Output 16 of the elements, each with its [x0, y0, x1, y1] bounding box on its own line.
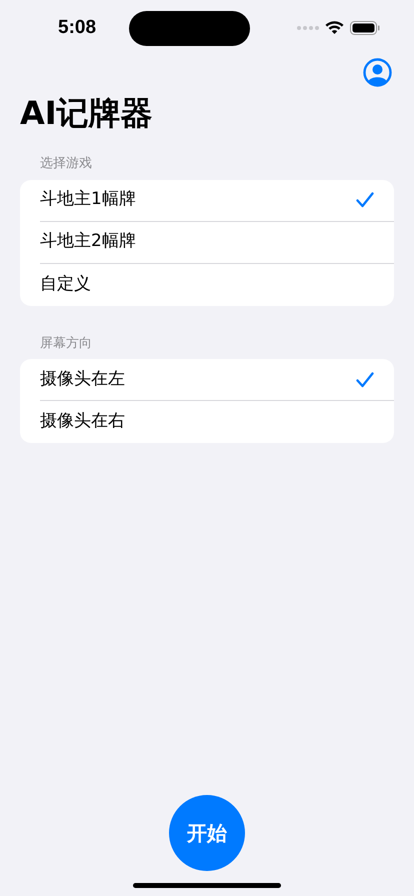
section-header: 选择游戏: [39, 155, 93, 173]
option-row[interactable]: 斗地主1幅牌: [40, 180, 394, 222]
option-row[interactable]: 摄像头在左: [40, 359, 394, 401]
checkmark-icon: [356, 192, 374, 208]
option-row[interactable]: 摄像头在右: [40, 401, 394, 443]
option-row[interactable]: 斗地主2幅牌: [40, 222, 394, 264]
checkmark-icon: [356, 372, 374, 388]
start-button[interactable]: 开始: [169, 795, 245, 871]
battery-icon: [350, 21, 380, 35]
wifi-icon: [325, 21, 344, 35]
section-header: 屏幕方向: [39, 334, 93, 352]
signal-dots-icon: [297, 26, 319, 30]
status-time: 5:08: [58, 16, 96, 40]
option-row[interactable]: 自定义: [40, 264, 394, 306]
page-title: AI记牌器: [19, 93, 154, 133]
account-icon[interactable]: [363, 58, 392, 87]
